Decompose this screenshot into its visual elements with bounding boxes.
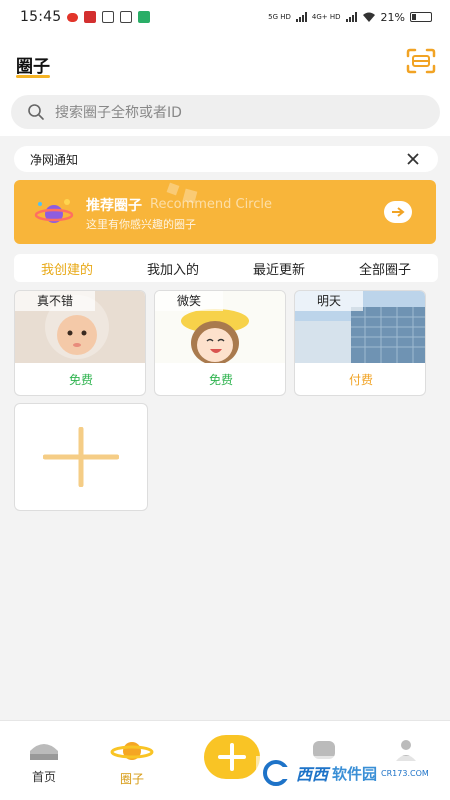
circle-name: 真不错 <box>15 291 96 311</box>
watermark: 西西 软件园 CR173.COM <box>256 756 434 790</box>
search-area: 搜索圈子全称或者ID <box>0 86 450 136</box>
nav-circle[interactable]: 圈子 <box>102 739 162 787</box>
notice-text: 净网通知 <box>30 152 79 167</box>
circle-price: 免费 <box>208 373 233 387</box>
tab-recent[interactable]: 最近更新 <box>253 259 305 278</box>
battery-percent: 21% <box>380 10 405 24</box>
circle-card[interactable]: 明天 付费 <box>294 290 426 396</box>
status-time: 15:45 <box>20 9 62 25</box>
tab-created[interactable]: 我创建的 <box>41 259 93 278</box>
status-bar: 15:45 5G HD 4G+ HD 21% <box>0 0 450 34</box>
title-underline <box>16 75 50 78</box>
battery-icon <box>410 12 432 22</box>
close-icon[interactable] <box>406 152 420 166</box>
news-icon <box>84 11 97 23</box>
plus-fab-icon <box>218 743 246 771</box>
page-title: 圈子 <box>16 57 50 77</box>
network-label-1: 5G HD <box>268 13 291 21</box>
search-placeholder: 搜索圈子全称或者ID <box>55 105 182 121</box>
tab-all[interactable]: 全部圈子 <box>359 259 411 278</box>
bottom-nav: 首页 圈子 西西 软件园 CR173.COM <box>0 720 450 800</box>
header: 圈子 <box>0 34 450 86</box>
circle-name: 明天 <box>295 291 364 311</box>
create-fab-button[interactable] <box>204 735 260 779</box>
circle-price: 付费 <box>348 373 373 387</box>
circle-card[interactable]: 微笑 免费 <box>154 290 286 396</box>
watermark-product: 软件园 <box>332 764 378 783</box>
circle-name: 微笑 <box>155 291 224 311</box>
wifi-icon <box>362 12 375 22</box>
nav-home-label: 首页 <box>31 770 56 784</box>
banner-title: 推荐圈子 <box>86 198 142 214</box>
message-icon <box>120 11 133 23</box>
app-icon <box>102 11 115 23</box>
signal-icon <box>295 12 307 22</box>
watermark-domain: CR173.COM <box>381 768 429 778</box>
add-circle-button[interactable] <box>14 403 148 511</box>
notice-bar[interactable]: 净网通知 <box>14 146 438 172</box>
watermark-brand: 西西 <box>296 765 329 784</box>
plus-icon <box>43 427 119 487</box>
search-icon <box>28 104 44 120</box>
weibo-icon <box>67 12 79 22</box>
home-icon <box>30 744 58 760</box>
planet-nav-icon <box>110 742 154 760</box>
circle-price: 免费 <box>68 373 93 387</box>
nav-circle-label: 圈子 <box>119 772 144 786</box>
signal-icon-2 <box>345 12 357 22</box>
planet-icon <box>34 199 74 223</box>
network-label-2: 4G+ HD <box>311 13 341 21</box>
banner-arrow-button[interactable] <box>384 201 412 223</box>
recommend-banner[interactable]: 推荐圈子 Recommend Circle 这里有你感兴趣的圈子 <box>14 180 436 244</box>
arrow-right-icon <box>392 207 405 217</box>
tab-joined[interactable]: 我加入的 <box>147 259 199 278</box>
banner-subtitle: Recommend Circle <box>150 197 273 212</box>
search-input[interactable]: 搜索圈子全称或者ID <box>11 95 440 129</box>
nav-home[interactable]: 首页 <box>14 739 74 785</box>
circle-tabs: 我创建的 我加入的 最近更新 全部圈子 <box>14 254 438 282</box>
banner-description: 这里有你感兴趣的圈子 <box>86 218 196 231</box>
scan-icon <box>406 48 436 74</box>
circle-card[interactable]: 真不错 免费 <box>14 290 146 396</box>
wechat-icon <box>138 11 151 23</box>
cr173-logo-icon <box>263 760 292 786</box>
scan-button[interactable] <box>406 48 436 74</box>
